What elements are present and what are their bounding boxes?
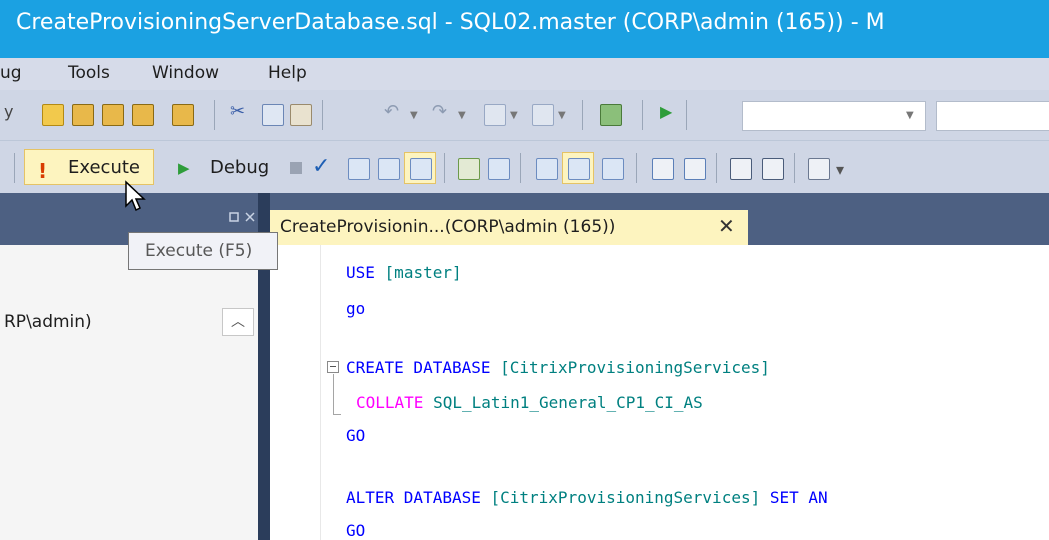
identifier: SQL_Latin1_General_CP1_CI_AS	[433, 393, 703, 412]
comment-icon[interactable]	[652, 158, 674, 180]
results-to-text-icon[interactable]	[536, 158, 558, 180]
identifier: [CitrixProvisioningServices]	[490, 488, 761, 507]
debug-button[interactable]: Debug	[210, 157, 269, 178]
menu-bar: ug Tools Window Help	[0, 58, 1049, 90]
window-title: CreateProvisioningServerDatabase.sql - S…	[16, 10, 885, 35]
toolbar-separator	[642, 100, 643, 130]
activity-monitor-icon[interactable]	[600, 104, 622, 126]
solution-config-combo[interactable]	[742, 101, 926, 131]
toolbar-separator	[520, 153, 521, 183]
execute-icon: !	[38, 159, 48, 183]
code-line-4: COLLATE SQL_Latin1_General_CP1_CI_AS	[356, 393, 703, 412]
execute-label: Execute	[68, 157, 140, 178]
object-explorer-body	[0, 245, 258, 540]
debug-icon[interactable]: ▶	[178, 159, 190, 177]
keyword: COLLATE	[356, 393, 424, 412]
xmla-query-icon[interactable]	[172, 104, 194, 126]
keyword: USE	[346, 263, 375, 282]
navigate-dropdown-icon[interactable]: ▼	[510, 110, 518, 121]
toolbar-separator	[322, 100, 323, 130]
tab-label: CreateProvisionin...(CORP\admin (165))	[280, 217, 616, 237]
menu-window[interactable]: Window	[152, 63, 219, 83]
sql-editor-toolbar	[0, 141, 1049, 193]
navigate-backward-icon[interactable]	[484, 104, 506, 126]
code-line-6: ALTER DATABASE [CitrixProvisioningServic…	[346, 488, 828, 507]
toolbar-grip	[14, 153, 15, 183]
toolbar-separator	[636, 153, 637, 183]
uncomment-icon[interactable]	[684, 158, 706, 180]
live-query-stats-icon[interactable]	[488, 158, 510, 180]
cursor-icon	[125, 180, 146, 212]
dmx-query-icon[interactable]	[132, 104, 154, 126]
redo-icon[interactable]: ↷	[432, 101, 447, 122]
query-options-icon[interactable]	[378, 158, 400, 180]
outline-guide-end	[333, 414, 341, 415]
database-query-icon[interactable]	[72, 104, 94, 126]
start-icon[interactable]: ▶	[660, 102, 672, 121]
toolbar-separator	[444, 153, 445, 183]
toolbar-separator	[716, 153, 717, 183]
menu-tools[interactable]: Tools	[68, 63, 110, 83]
pin-icon[interactable]	[228, 210, 258, 224]
results-to-grid-icon	[568, 158, 590, 180]
toolbar-separator	[686, 100, 687, 130]
editor-margin	[320, 245, 321, 540]
combo-dropdown-icon[interactable]: ▼	[906, 110, 914, 121]
redo-dropdown-icon[interactable]: ▼	[458, 110, 466, 121]
include-actual-plan-icon[interactable]	[458, 158, 480, 180]
results-to-file-icon[interactable]	[602, 158, 624, 180]
identifier: [master]	[384, 263, 462, 282]
navigate-forward-icon[interactable]	[532, 104, 554, 126]
undo-icon[interactable]: ↶	[384, 101, 399, 122]
scroll-up-button[interactable]: ︿	[222, 308, 254, 336]
toolbar-overflow-icon[interactable]: ▾	[836, 160, 844, 179]
toolbar-separator	[794, 153, 795, 183]
menu-help[interactable]: Help	[268, 63, 307, 83]
cut-icon[interactable]: ✂	[230, 101, 245, 122]
undo-dropdown-icon[interactable]: ▼	[410, 110, 418, 121]
close-icon[interactable]: ✕	[718, 214, 735, 238]
specify-values-icon[interactable]	[808, 158, 830, 180]
code-line-5: GO	[346, 426, 366, 445]
intellisense-icon	[410, 158, 432, 180]
server-connection-node[interactable]: RP\admin)	[4, 312, 92, 332]
code-line-1: USE [master]	[346, 263, 462, 282]
parse-icon[interactable]: ✓	[312, 154, 330, 179]
collapse-icon[interactable]	[327, 361, 339, 373]
identifier: [CitrixProvisioningServices]	[500, 358, 770, 377]
mdx-query-icon[interactable]	[102, 104, 124, 126]
keyword: SET AN	[769, 488, 828, 507]
outline-guide	[333, 374, 334, 414]
stop-icon[interactable]	[290, 162, 302, 174]
new-query-icon[interactable]	[42, 104, 64, 126]
toolbar-separator	[214, 100, 215, 130]
toolbar-separator	[582, 100, 583, 130]
standard-toolbar: y ✂ ↶ ▼ ↷ ▼ ▼ ▼ ▶ ▼	[0, 90, 1049, 141]
search-combo[interactable]	[936, 101, 1049, 131]
copy-icon[interactable]	[262, 104, 284, 126]
menu-debug[interactable]: ug	[0, 63, 22, 83]
paste-icon[interactable]	[290, 104, 312, 126]
decrease-indent-icon[interactable]	[730, 158, 752, 180]
keyword: CREATE DATABASE	[346, 358, 491, 377]
code-line-7: GO	[346, 521, 366, 540]
code-line-3: CREATE DATABASE [CitrixProvisioningServi…	[346, 358, 770, 377]
navigate-forward-dropdown-icon[interactable]: ▼	[558, 110, 566, 121]
toolbar-overflow-glyph: y	[4, 102, 14, 121]
code-line-2: go	[346, 299, 366, 318]
keyword: ALTER DATABASE	[346, 488, 481, 507]
tooltip-text: Execute (F5)	[145, 241, 253, 261]
display-estimated-plan-icon[interactable]	[348, 158, 370, 180]
increase-indent-icon[interactable]	[762, 158, 784, 180]
